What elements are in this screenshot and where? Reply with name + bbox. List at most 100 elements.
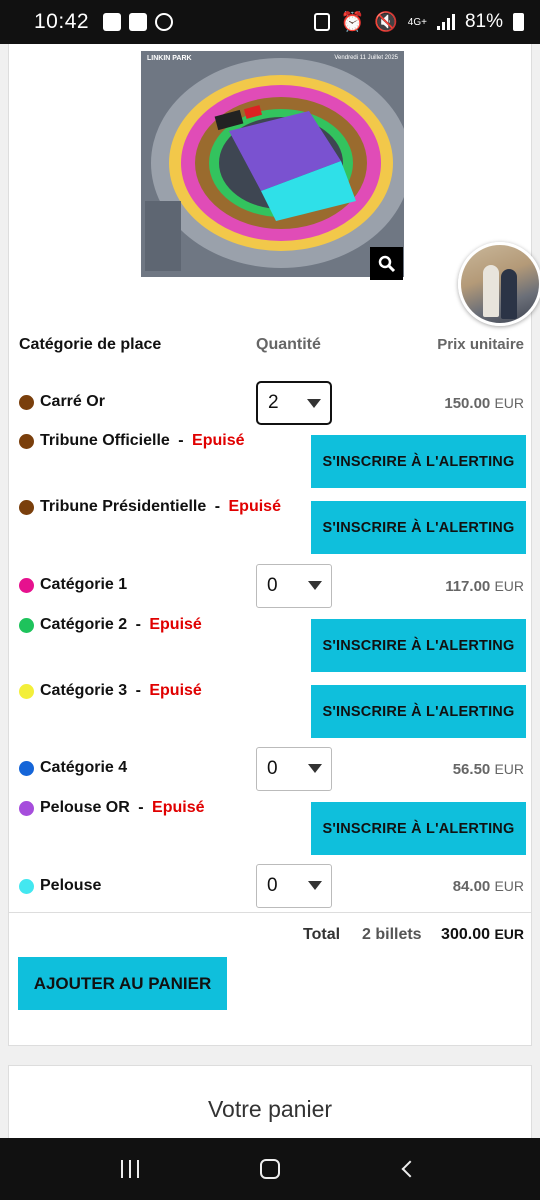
header-category: Catégorie de place: [19, 336, 162, 353]
dropdown-arrow-icon: [308, 581, 322, 590]
recent-apps-icon: [121, 1160, 139, 1178]
ticket-count: 2 billets: [362, 926, 422, 943]
system-icons: ⏰ 🔇 4G+ 81%: [314, 10, 524, 34]
battery-level: 81%: [464, 11, 503, 32]
sold-out-badge: Epuisé: [152, 799, 205, 816]
alert-button-pelouse-or[interactable]: S'INSCRIRE À L'ALERTING: [311, 802, 526, 855]
price-currency: EUR: [494, 761, 524, 777]
category-name: Tribune Présidentielle: [40, 498, 207, 515]
category-color-dot: [19, 878, 34, 894]
quantity-select-categorie-1[interactable]: 0: [256, 564, 332, 608]
row-categorie-4-label: Catégorie 4: [19, 759, 127, 777]
header-price: Prix unitaire: [437, 336, 524, 353]
total-currency: EUR: [494, 926, 524, 942]
alert-button-tribune-officielle[interactable]: S'INSCRIRE À L'ALERTING: [311, 435, 526, 488]
category-color-dot: [19, 433, 34, 449]
price-currency: EUR: [494, 395, 524, 411]
dropdown-arrow-icon: [308, 764, 322, 773]
price-value: 117.00: [445, 578, 491, 595]
category-color-dot: [19, 394, 34, 410]
total-amount: 300.00 EUR: [441, 926, 524, 944]
quantity-value: 0: [267, 575, 278, 596]
category-name: Catégorie 3: [40, 682, 128, 699]
alert-button-categorie-2[interactable]: S'INSCRIRE À L'ALERTING: [311, 619, 526, 672]
sold-out-badge: Epuisé: [192, 432, 245, 449]
dropdown-arrow-icon: [308, 881, 322, 890]
quantity-value: 2: [268, 392, 279, 413]
separator: -: [133, 799, 149, 816]
home-icon: [260, 1159, 280, 1179]
row-pelouse-or-label: Pelouse OR - Epuisé: [19, 799, 205, 817]
price-currency: EUR: [494, 578, 524, 594]
price-currency: EUR: [494, 878, 524, 894]
signal-icon: [436, 14, 455, 30]
divider: [9, 912, 531, 913]
category-color-dot: [19, 683, 34, 699]
quantity-value: 0: [267, 758, 278, 779]
separator: -: [210, 498, 225, 515]
row-categorie-2-label: Catégorie 2 - Epuisé: [19, 616, 202, 634]
search-icon: [378, 255, 395, 272]
row-pelouse-label: Pelouse: [19, 877, 101, 895]
category-color-dot: [19, 800, 34, 816]
quantity-select-pelouse[interactable]: 0: [256, 864, 332, 908]
separator: -: [131, 682, 146, 699]
back-button[interactable]: [380, 1149, 440, 1189]
price-pelouse: 84.00 EUR: [453, 878, 524, 895]
price-value: 150.00: [444, 395, 491, 412]
dropdown-arrow-icon: [307, 399, 321, 408]
category-name: Catégorie 4: [40, 759, 128, 776]
category-name: Carré Or: [40, 393, 105, 410]
category-color-dot: [19, 617, 34, 633]
separator: -: [173, 432, 189, 449]
system-navigation-bar: [0, 1138, 540, 1200]
recent-apps-button[interactable]: [100, 1149, 160, 1189]
alarm-icon: ⏰: [340, 12, 365, 33]
row-categorie-3-label: Catégorie 3 - Epuisé: [19, 682, 202, 700]
map-date: Vendredi 11 Juillet 2025: [334, 55, 398, 61]
cart-title: Votre panier: [207, 1096, 333, 1122]
category-color-dot: [19, 577, 34, 593]
clock: 10:42: [34, 10, 90, 33]
add-to-cart-button[interactable]: AJOUTER AU PANIER: [18, 957, 227, 1010]
price-categorie-4: 56.50 EUR: [453, 761, 524, 778]
total-label: Total: [303, 926, 341, 943]
sold-out-badge: Epuisé: [149, 682, 202, 699]
gallery-icon: [103, 13, 122, 31]
price-value: 56.50: [452, 761, 491, 778]
row-tribune-presidentielle-label: Tribune Présidentielle - Epuisé: [19, 498, 281, 516]
back-icon: [401, 1160, 419, 1178]
quantity-select-carre-or[interactable]: 2: [256, 381, 332, 425]
row-carre-or-label: Carré Or: [19, 393, 105, 411]
mute-icon: 🔇: [374, 12, 398, 33]
map-artist: LINKIN PARK: [147, 55, 192, 62]
home-button[interactable]: [240, 1149, 300, 1189]
stadium-map[interactable]: LINKIN PARK Vendredi 11 Juillet 2025: [141, 51, 404, 277]
page: LINKIN PARK Vendredi 11 Juillet 2025 Cat…: [0, 44, 540, 1155]
messenger-icon: [155, 13, 174, 31]
separator: -: [131, 616, 146, 633]
checkbox-icon: [129, 13, 148, 31]
alert-button-categorie-3[interactable]: S'INSCRIRE À L'ALERTING: [311, 685, 526, 738]
category-name: Catégorie 1: [40, 576, 128, 593]
stadium-map-graphic: [141, 51, 404, 277]
total-value: 300.00: [441, 926, 490, 943]
row-tribune-officielle-label: Tribune Officielle - Epuisé: [19, 432, 245, 450]
battery-icon: [513, 13, 524, 31]
ticket-card: LINKIN PARK Vendredi 11 Juillet 2025 Cat…: [8, 44, 532, 1046]
price-carre-or: 150.00 EUR: [444, 395, 524, 412]
row-categorie-1-label: Catégorie 1: [19, 576, 127, 594]
category-color-dot: [19, 499, 34, 515]
quantity-select-categorie-4[interactable]: 0: [256, 747, 332, 791]
quantity-value: 0: [267, 875, 278, 896]
category-color-dot: [19, 760, 34, 776]
category-name: Pelouse: [40, 877, 102, 894]
category-name: Catégorie 2: [40, 616, 128, 633]
header-quantity: Quantité: [256, 336, 321, 353]
notification-icons: [103, 13, 174, 31]
alert-button-tribune-presidentielle[interactable]: S'INSCRIRE À L'ALERTING: [311, 501, 526, 554]
zoom-button[interactable]: [370, 247, 403, 280]
price-categorie-1: 117.00 EUR: [445, 578, 524, 595]
chat-head-avatar[interactable]: [458, 242, 540, 326]
price-value: 84.00: [452, 878, 491, 895]
